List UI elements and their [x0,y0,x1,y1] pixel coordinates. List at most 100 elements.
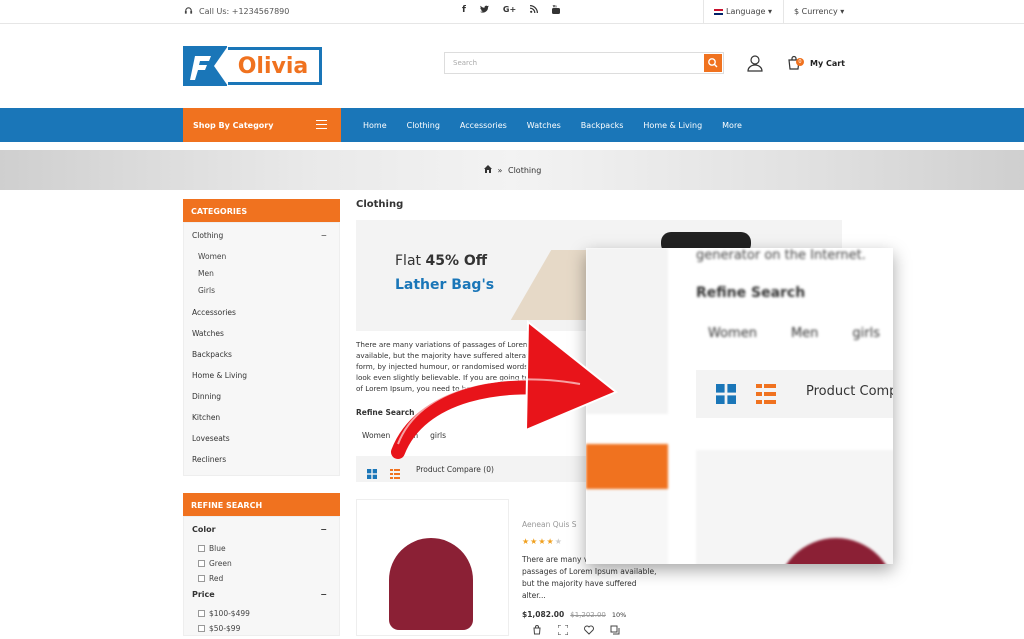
sidebar-item-clothing[interactable]: Clothing − [192,231,331,252]
zoom-refine-label: Refine Search [696,285,806,301]
product-compare-link[interactable]: Product Compare (0) [416,465,494,474]
zoom-description-tail: generator on the Internet. [696,248,866,263]
sidebar-item-watches[interactable]: Watches [192,329,331,350]
price-filter-heading[interactable]: Price − [192,590,331,606]
product-toolbar: Product Compare (0) [356,456,586,482]
facebook-icon[interactable]: f [462,5,466,17]
refine-tag-women[interactable]: Women [362,431,390,440]
language-select[interactable]: Language ▾ [714,7,772,16]
zoom-tag-women: Women [708,326,757,341]
sidebar: CATEGORIES Clothing − Women Men Girls Ac… [183,199,340,636]
star-icon: ★ [546,537,555,546]
list-view-icon[interactable] [390,464,400,483]
main-nav: Shop By Category Home Clothing Accessori… [0,108,1024,142]
promo-discount: 45% Off [425,253,488,269]
add-to-cart-icon[interactable] [532,620,542,639]
checkbox[interactable] [198,545,205,552]
sidebar-subitem-women[interactable]: Women [192,252,331,269]
refine-tag-men[interactable]: Men [402,431,418,440]
discount-badge: 10% [611,611,627,619]
nav-item-clothing[interactable]: Clothing [407,121,440,130]
color-option-label: Blue [209,544,226,553]
home-icon[interactable] [484,165,495,175]
currency-label: $ Currency [794,7,838,16]
search-button[interactable] [704,54,722,72]
color-option-label: Green [209,559,232,568]
shop-by-category-label: Shop By Category [193,121,274,130]
search-field[interactable]: Search [444,52,724,74]
zoom-sidebar-panel [586,248,668,414]
collapse-icon[interactable]: − [320,525,327,534]
sidebar-item-home-living[interactable]: Home & Living [192,371,331,392]
sidebar-item-backpacks[interactable]: Backpacks [192,350,331,371]
categories-heading: CATEGORIES [183,199,340,222]
sidebar-subitem-girls[interactable]: Girls [192,286,331,308]
collapse-icon[interactable]: − [321,231,327,241]
menu-icon [316,120,327,132]
price-option[interactable]: $50-$99 [192,621,331,636]
flag-icon [714,8,723,15]
twitter-icon[interactable] [479,5,489,17]
wishlist-icon[interactable] [584,620,594,639]
sidebar-item-dinning[interactable]: Dinning [192,392,331,413]
breadcrumb-banner: » Clothing [0,150,1024,190]
color-filter-label: Color [192,525,216,534]
zoom-callout: generator on the Internet. Refine Search… [586,248,893,564]
language-label: Language [726,7,766,16]
price-option-label: $50-$99 [209,624,241,633]
sidebar-item-loveseats[interactable]: Loveseats [192,434,331,455]
beanie-image [389,538,473,630]
divider [783,0,784,24]
rss-icon[interactable] [530,5,539,17]
color-option-green[interactable]: Green [192,556,331,571]
logo-text: Olivia [227,47,322,85]
price-option[interactable]: $100-$499 [192,606,331,621]
color-filter-heading[interactable]: Color − [192,525,331,541]
sidebar-item-accessories[interactable]: Accessories [192,308,331,329]
cart-count-badge: 0 [796,58,804,66]
quick-view-icon[interactable] [557,620,569,639]
page-title: Clothing [356,199,404,210]
zoom-orange-block [586,444,668,489]
shop-by-category-button[interactable]: Shop By Category [183,108,341,142]
nav-item-backpacks[interactable]: Backpacks [581,121,624,130]
social-links: f G+ [462,4,561,17]
checkbox[interactable] [198,610,205,617]
compare-icon[interactable] [610,620,620,639]
cart-icon: 0 [786,55,804,71]
nav-item-more[interactable]: More [722,121,742,130]
star-icon: ★ [538,537,547,546]
account-button[interactable] [746,54,764,72]
breadcrumb: » Clothing [484,165,541,175]
headset-icon [184,6,193,17]
product-image[interactable] [356,499,509,636]
promo-prefix: Flat [395,253,426,269]
nav-item-watches[interactable]: Watches [527,121,561,130]
google-plus-icon[interactable]: G+ [503,5,516,17]
sidebar-item-kitchen[interactable]: Kitchen [192,413,331,434]
collapse-icon[interactable]: − [320,590,327,599]
color-option-blue[interactable]: Blue [192,541,331,556]
sidebar-item-recliners[interactable]: Recliners [192,455,331,469]
checkbox[interactable] [198,625,205,632]
cart-button[interactable]: 0 My Cart [786,55,845,71]
product-price: $1,082.00 $1,202.00 10% [522,610,662,619]
nav-item-home-living[interactable]: Home & Living [643,121,702,130]
sidebar-subitem-men[interactable]: Men [192,269,331,286]
refine-tag-girls[interactable]: girls [430,431,446,440]
price-old: $1,202.00 [570,611,606,619]
logo[interactable]: Olivia [183,46,322,86]
nav-item-home[interactable]: Home [363,121,387,130]
checkbox[interactable] [198,560,205,567]
color-option-red[interactable]: Red [192,571,331,586]
zoom-side-strip [586,489,668,564]
product-actions [532,620,620,639]
checkbox[interactable] [198,575,205,582]
currency-select[interactable]: $ Currency ▾ [794,7,844,16]
breadcrumb-current[interactable]: Clothing [508,166,541,175]
grid-view-icon[interactable] [367,464,377,483]
youtube-icon[interactable] [552,4,561,17]
refine-search-heading: REFINE SEARCH [183,493,340,516]
nav-item-accessories[interactable]: Accessories [460,121,507,130]
refine-search-panel: Color − Blue Green Red Price − $100-$499… [183,516,340,636]
